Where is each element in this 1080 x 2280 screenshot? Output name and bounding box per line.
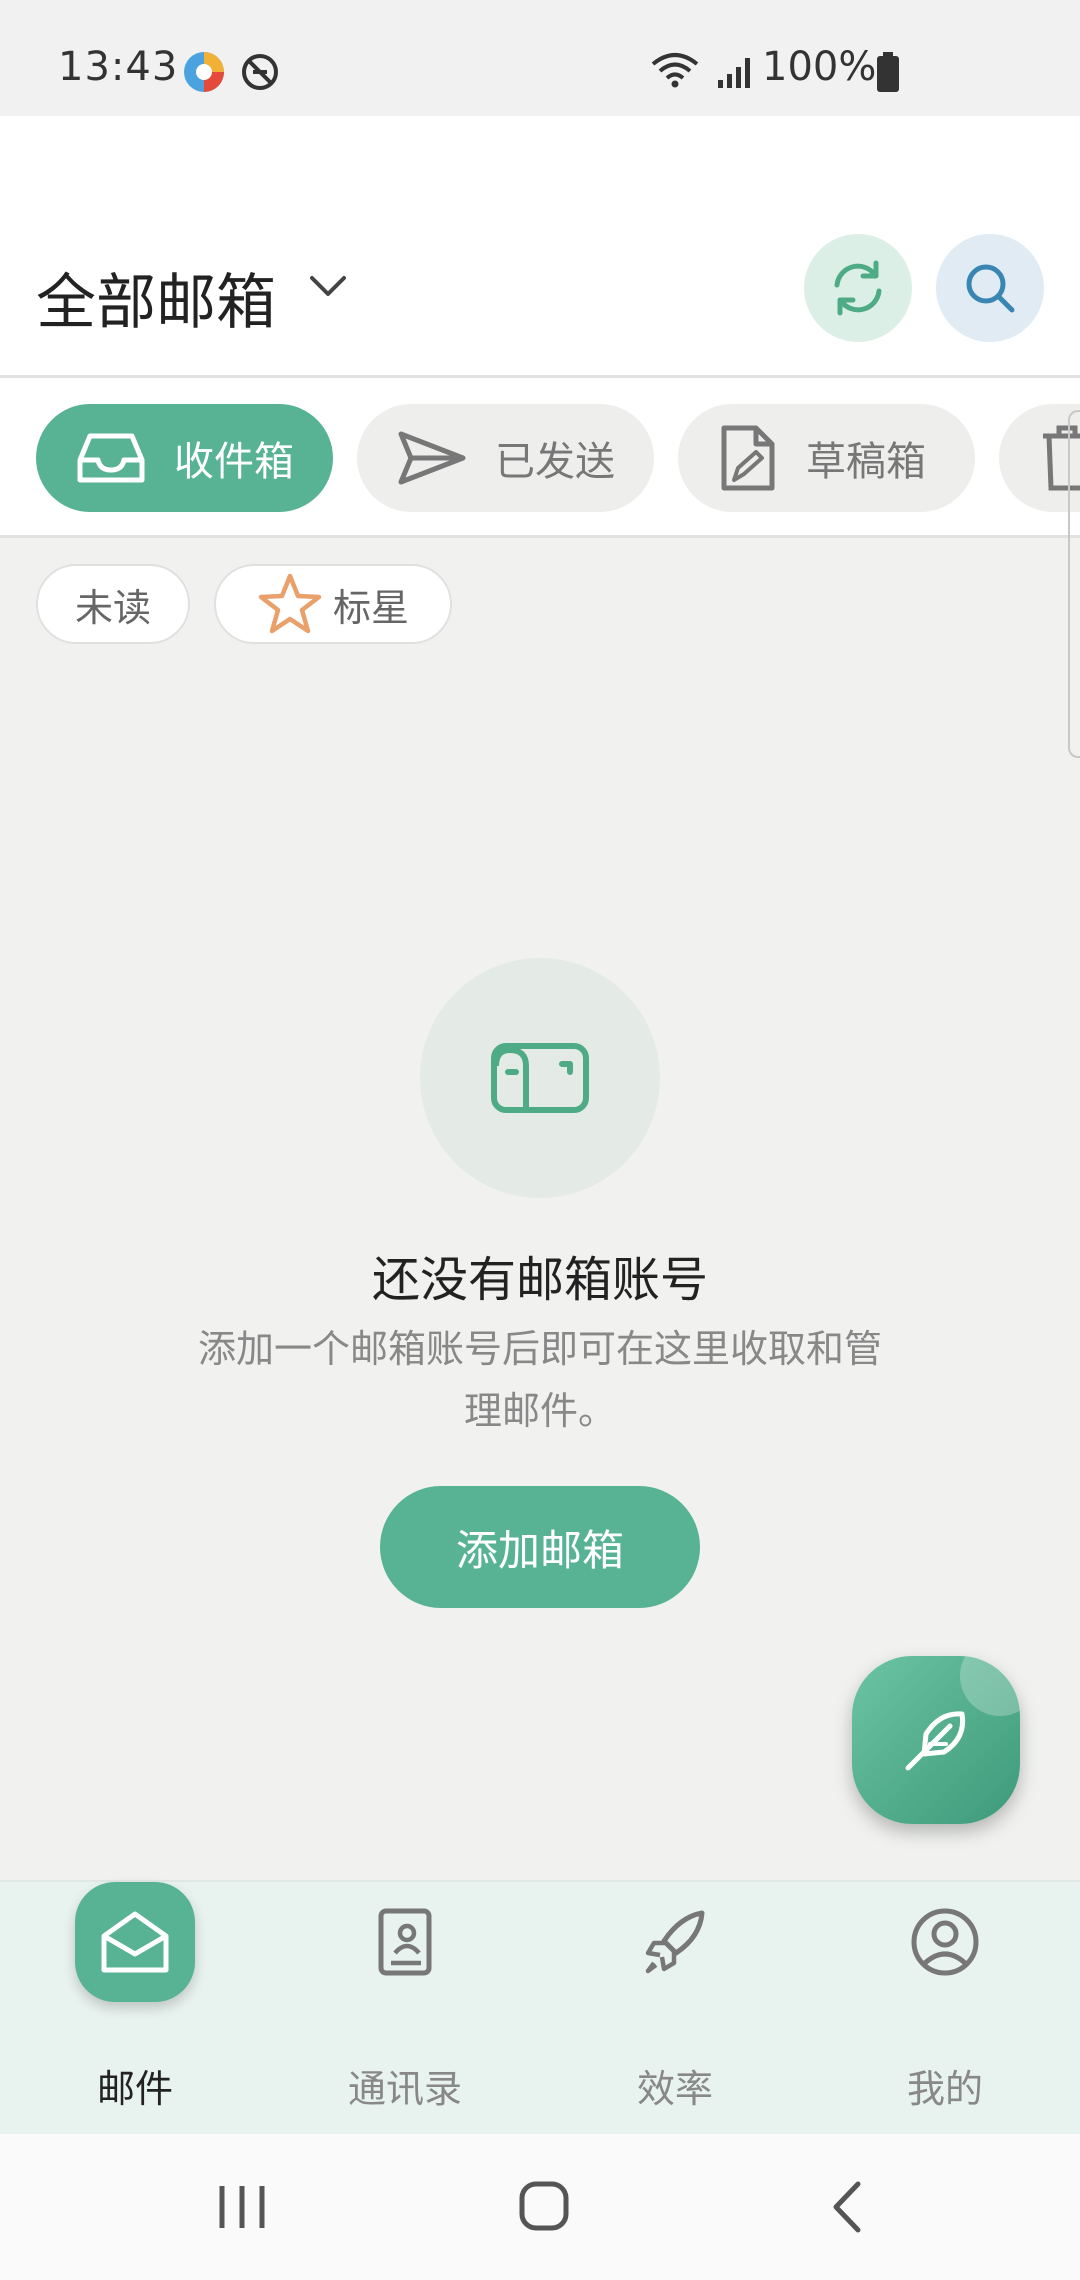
- empty-state-title: 还没有邮箱账号: [371, 1252, 708, 1308]
- add-mailbox-button[interactable]: 添加邮箱: [380, 1486, 700, 1608]
- no-disturb-icon: [242, 54, 278, 90]
- mailbox-selector-title[interactable]: 全部邮箱: [36, 254, 276, 341]
- empty-state-illustration: [420, 958, 660, 1198]
- inbox-icon: [77, 433, 145, 483]
- status-time: 13:43: [58, 44, 179, 90]
- nav-item-profile[interactable]: 我的: [810, 1880, 1080, 2134]
- profile-icon: [911, 1908, 979, 1976]
- filter-unread-chip[interactable]: 未读: [36, 564, 190, 644]
- compose-fab[interactable]: [852, 1656, 1020, 1824]
- draft-icon: [721, 425, 775, 491]
- tab-inbox-label: 收件箱: [174, 439, 294, 485]
- star-icon: [258, 573, 322, 634]
- nav-contacts-label: 通讯录: [347, 2067, 462, 2111]
- chevron-down-icon[interactable]: [308, 272, 348, 300]
- send-icon: [398, 431, 466, 485]
- nav-item-mail[interactable]: 邮件: [0, 1880, 270, 2134]
- filter-starred-chip[interactable]: 标星: [214, 564, 452, 644]
- system-navigation-bar: [0, 2134, 1080, 2280]
- refresh-icon: [834, 260, 882, 316]
- tab-drafts-label: 草稿箱: [806, 439, 926, 485]
- feather-compose-icon: [905, 1711, 966, 1771]
- tab-drafts[interactable]: 草稿箱: [678, 404, 975, 512]
- app-notification-icon: [184, 52, 224, 92]
- tab-inbox[interactable]: 收件箱: [36, 404, 333, 512]
- nav-profile-label: 我的: [906, 2067, 983, 2111]
- status-bar: 13:43 100%: [0, 0, 1080, 116]
- nav-item-contacts[interactable]: 通讯录: [270, 1880, 540, 2134]
- tab-sent-label: 已发送: [495, 439, 615, 485]
- search-icon: [966, 264, 1015, 313]
- tab-sent[interactable]: 已发送: [357, 404, 654, 512]
- edge-panel-handle[interactable]: [1068, 410, 1080, 758]
- nav-mail-icon-bg: [75, 1882, 195, 2002]
- nav-mail-label: 邮件: [96, 2067, 173, 2111]
- recent-apps-icon[interactable]: [216, 2182, 268, 2232]
- filter-unread-label: 未读: [74, 585, 151, 630]
- refresh-button[interactable]: [804, 234, 912, 342]
- battery-percent: 100%: [762, 44, 877, 90]
- mailbox-icon: [491, 1043, 589, 1113]
- battery-icon: [877, 52, 899, 92]
- home-icon[interactable]: [518, 2180, 570, 2232]
- back-icon[interactable]: [828, 2180, 864, 2234]
- search-button[interactable]: [936, 234, 1044, 342]
- empty-state-description: 添加一个邮箱账号后即可在这里收取和管理邮件。: [197, 1327, 882, 1433]
- folder-tabs: 收件箱 已发送 草稿箱: [0, 378, 1080, 538]
- filter-starred-label: 标星: [332, 585, 409, 630]
- rocket-icon: [645, 1910, 705, 1974]
- nav-item-efficiency[interactable]: 效率: [540, 1880, 810, 2134]
- contacts-icon: [378, 1908, 432, 1976]
- mail-icon: [101, 1911, 169, 1973]
- nav-efficiency-label: 效率: [636, 2067, 713, 2111]
- wifi-icon: [651, 53, 699, 88]
- signal-icon: [718, 58, 750, 88]
